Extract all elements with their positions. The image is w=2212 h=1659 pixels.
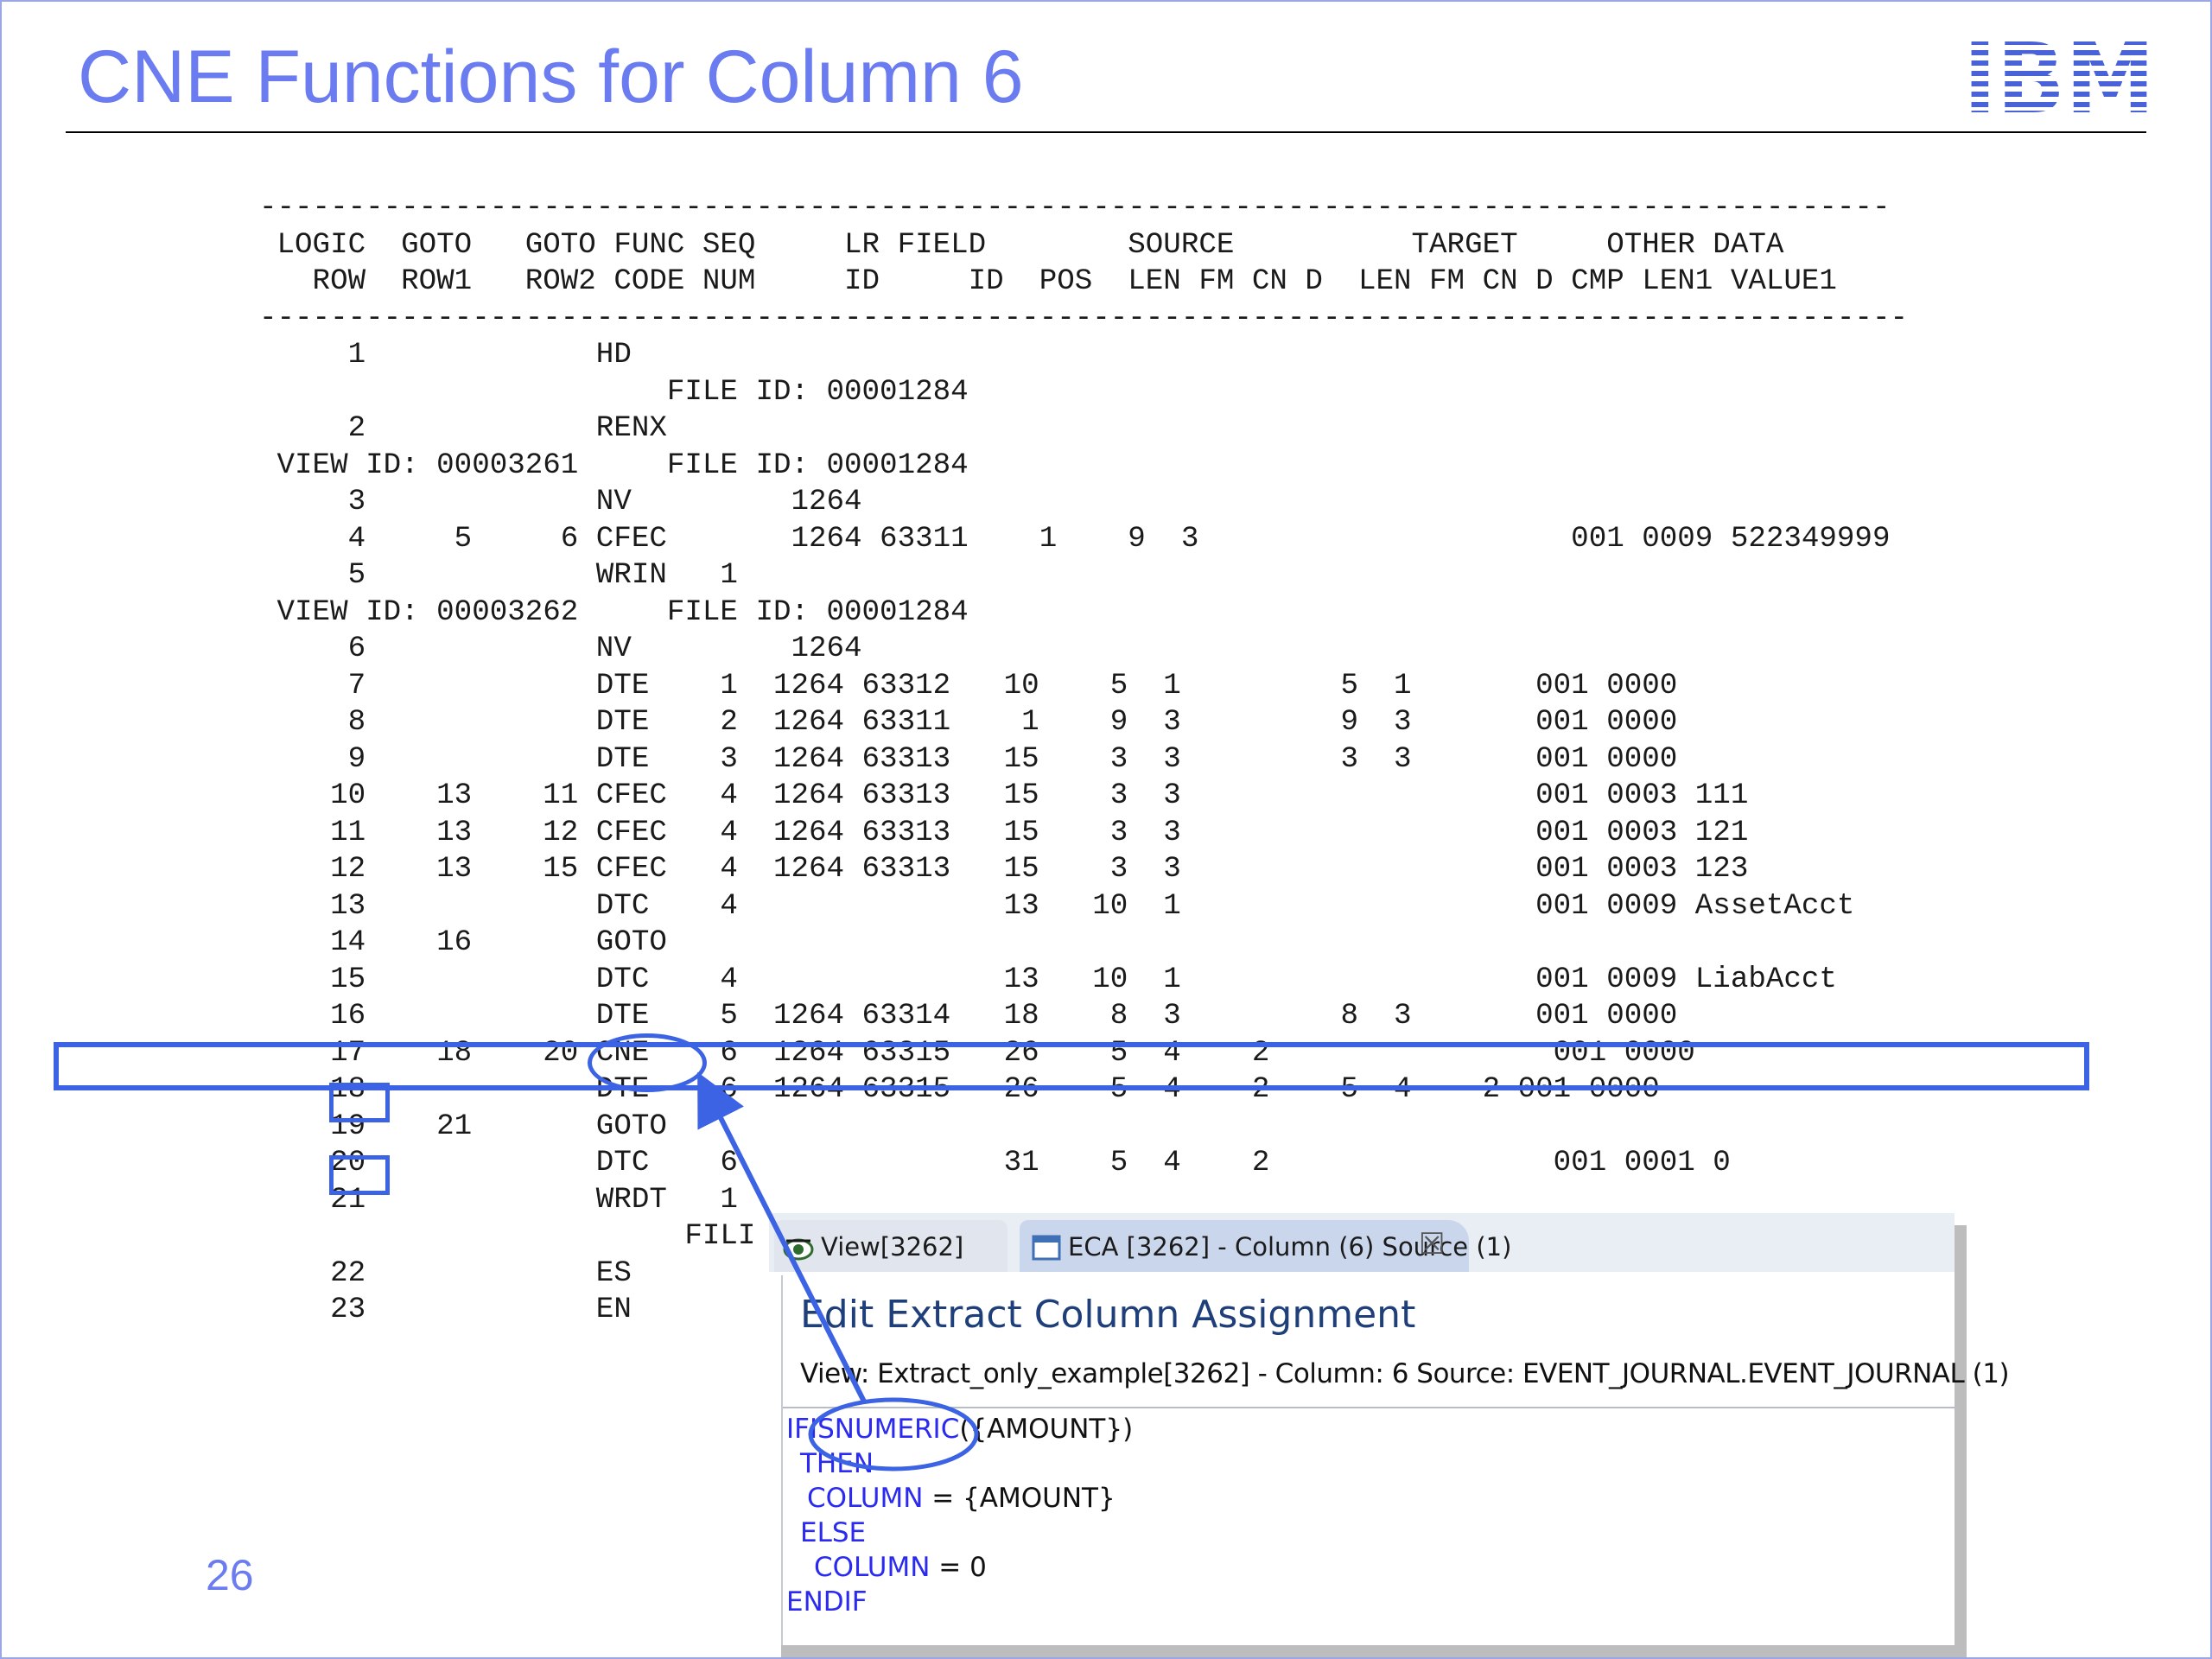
editor-tab-bar: View[3262] ECA [3262] - Column (6) Sourc… [769, 1213, 1955, 1272]
ibm-logo-text: IBM [1963, 38, 2155, 116]
slide-title: CNE Functions for Column 6 [78, 35, 1024, 118]
code-line-endif: ENDIF [786, 1585, 868, 1619]
tab-view[interactable]: View[3262] [774, 1220, 1007, 1272]
highlight-box-row-20 [329, 1155, 390, 1195]
code-line-assign-amount: COLUMN = {AMOUNT} [807, 1481, 1116, 1516]
editor-window-icon [1032, 1235, 1061, 1261]
assign-amount: = {AMOUNT} [923, 1483, 1116, 1514]
editor-info-line: View: Extract_only_example[3262] - Colum… [800, 1358, 2010, 1389]
assign-zero: = 0 [930, 1552, 987, 1583]
kw-column-2: COLUMN [814, 1552, 931, 1583]
highlight-ellipse-cne [588, 1033, 707, 1092]
code-line-assign-zero: COLUMN = 0 [814, 1550, 987, 1585]
code-line-else: ELSE [800, 1516, 866, 1550]
title-underline [66, 131, 2146, 133]
kw-else: ELSE [800, 1517, 867, 1548]
highlight-box-row-18 [329, 1083, 390, 1122]
kw-isnumeric: ISNUMERIC [809, 1414, 960, 1445]
tab-view-label: View[3262] [821, 1232, 964, 1262]
ibm-logo: IBM [1963, 38, 2155, 116]
code-line-then: THEN [800, 1446, 874, 1481]
eye-icon [783, 1238, 814, 1261]
editor-heading: Edit Extract Column Assignment [800, 1293, 1416, 1337]
kw-then: THEN [800, 1448, 874, 1479]
eca-editor-panel: View[3262] ECA [3262] - Column (6) Sourc… [769, 1213, 2010, 1647]
logic-table-listing: ----------------------------------------… [259, 192, 1908, 1326]
kw-endif: ENDIF [786, 1586, 868, 1618]
editor-body: Edit Extract Column Assignment View: Ext… [781, 1275, 2010, 1647]
kw-column-1: COLUMN [807, 1483, 924, 1514]
kw-if: IF [786, 1414, 810, 1445]
logic-text-editor[interactable]: IFISNUMERIC({AMOUNT}) THEN COLUMN = {AMO… [783, 1407, 1955, 1647]
page-number: 26 [206, 1551, 254, 1599]
tab-eca[interactable]: ECA [3262] - Column (6) Source (1) ☒ [1020, 1220, 1511, 1272]
code-line-if: IFISNUMERIC({AMOUNT}) [786, 1412, 1133, 1446]
close-icon[interactable]: ☒ [1419, 1227, 1445, 1262]
if-argument: ({AMOUNT}) [959, 1414, 1134, 1445]
